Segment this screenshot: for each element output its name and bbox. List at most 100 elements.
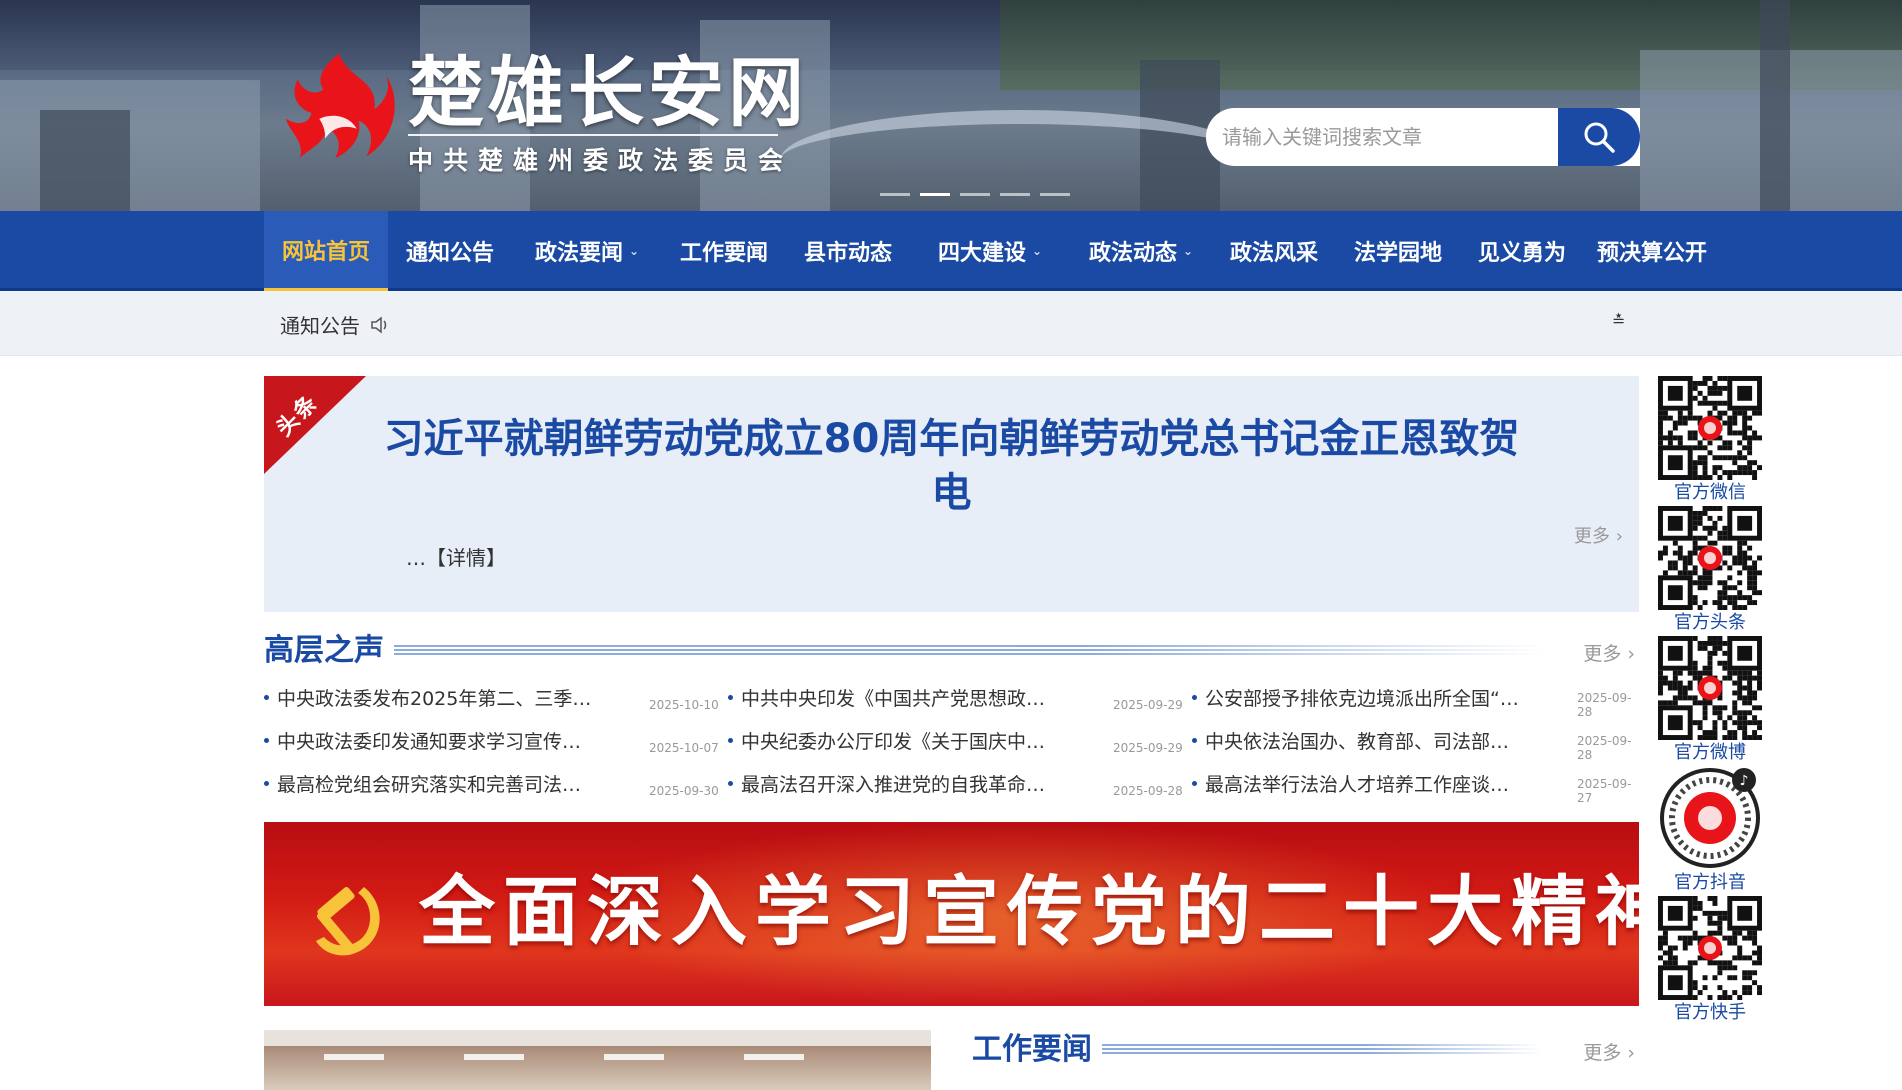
nav-item-label: 政法要闻 <box>534 241 623 266</box>
section-divider <box>394 645 1544 655</box>
search-icon <box>1584 122 1615 153</box>
banner-slogan: 全面深入学习宣传党的二十大精神 <box>419 867 1639 956</box>
headline-detail-link[interactable]: …【详情】 <box>406 542 506 571</box>
nav-item[interactable]: 网站首页 <box>264 211 388 291</box>
news-date: 2025-09-27 <box>1577 777 1632 805</box>
section-more-link[interactable]: 更多 › <box>1583 1038 1635 1065</box>
news-date: 2025-09-30 <box>649 784 719 798</box>
qr-label[interactable]: 官方抖音 <box>1656 868 1764 894</box>
bullet-icon <box>1192 780 1197 786</box>
news-title: 公安部授予排依克边境派出所全国“… <box>1205 687 1519 710</box>
news-title: 中央纪委办公厅印发《关于国庆中… <box>741 730 1046 753</box>
news-title: 最高法举行法治人才培养工作座谈… <box>1205 773 1510 796</box>
qr-label[interactable]: 官方微博 <box>1656 738 1764 764</box>
headline-card: 头条 习近平就朝鲜劳动党成立80周年向朝鲜劳动党总书记金正恩致贺电 更多 › …… <box>264 376 1639 612</box>
nav-item-label: 法学园地 <box>1353 241 1442 266</box>
notice-label-text: 通知公告 <box>280 314 360 338</box>
nav-item-label: 网站首页 <box>281 239 370 265</box>
headline-title[interactable]: 习近平就朝鲜劳动党成立80周年向朝鲜劳动党总书记金正恩致贺电 <box>364 412 1539 520</box>
nav-item[interactable]: 预决算公开 <box>1584 211 1720 291</box>
news-title: 中央政法委发布2025年第二、三季… <box>277 687 592 710</box>
slider-dot[interactable] <box>1000 193 1030 196</box>
bullet-icon <box>264 737 269 743</box>
bullet-icon <box>728 780 733 786</box>
nav-item-label: 县市动态 <box>803 241 892 266</box>
nav-item-label: 预决算公开 <box>1596 241 1707 266</box>
bullet-icon <box>728 694 733 700</box>
slider-dots <box>880 193 1070 196</box>
news-item[interactable]: 中央政法委发布2025年第二、三季… <box>264 682 591 712</box>
nav-item-label: 通知公告 <box>405 241 494 266</box>
bullet-icon <box>728 737 733 743</box>
section-more-link[interactable]: 更多 › <box>1583 639 1635 666</box>
news-title: 最高检党组会研究落实和完善司法… <box>277 773 582 796</box>
section-gaoceng-header: 高层之声 更多 › <box>264 631 1639 671</box>
qr-label[interactable]: 官方微信 <box>1656 478 1764 504</box>
nav-item[interactable]: 政法要闻 ⌄ <box>512 211 662 291</box>
slider-dot[interactable] <box>880 193 910 196</box>
qr-label[interactable]: 官方快手 <box>1656 998 1764 1024</box>
qr-code-icon[interactable] <box>1658 896 1762 1000</box>
notice-label[interactable]: 通知公告 <box>280 310 390 339</box>
news-row: 中央政法委印发通知要求学习宣传… 2025-10-07 中央纪委办公厅印发《关于国庆… <box>264 725 1639 762</box>
promo-banner[interactable]: 全面深入学习宣传党的二十大精神 <box>264 822 1639 1006</box>
news-item[interactable]: 中央依法治国办、教育部、司法部… <box>1192 725 1509 755</box>
nav-item-label: 政法动态 <box>1088 241 1177 266</box>
headline-ribbon: 头条 <box>264 376 366 474</box>
bullet-icon <box>1192 737 1197 743</box>
nav-item[interactable]: 政法风采 <box>1212 211 1336 291</box>
nav-item[interactable]: 法学园地 <box>1336 211 1460 291</box>
work-news-photo[interactable] <box>264 1030 931 1090</box>
nav-item-label: 政法风采 <box>1229 241 1318 266</box>
chevron-down-icon: ⌄ <box>628 244 640 258</box>
search-button[interactable] <box>1558 108 1640 166</box>
chevron-down-icon: ⌄ <box>1031 244 1043 258</box>
news-row: 中央政法委发布2025年第二、三季… 2025-10-10 中共中央印发《中国共产党… <box>264 682 1639 719</box>
nav-item[interactable]: 见义勇为 <box>1460 211 1584 291</box>
section-gongzuo-header: 工作要闻 更多 › <box>972 1030 1639 1070</box>
nav-item[interactable]: 通知公告 <box>388 211 512 291</box>
main-nav: 网站首页 通知公告 政法要闻 ⌄ 工作要闻 县市动态 四大建设 ⌄ 政法动态 ⌄ 政法风采 法学园地 见… <box>0 211 1902 291</box>
site-title[interactable]: 楚雄长安网 <box>408 48 808 138</box>
qr-code-icon[interactable] <box>1658 636 1762 740</box>
news-row: 最高检党组会研究落实和完善司法… 2025-09-30 最高法召开深入推进党的自我革… <box>264 768 1639 805</box>
logo-flame-icon <box>285 53 395 159</box>
nav-item-label: 四大建设 <box>937 241 1026 266</box>
nav-item[interactable]: 政法动态 ⌄ <box>1070 211 1212 291</box>
headline-more-link[interactable]: 更多 › <box>1574 522 1623 548</box>
news-item[interactable]: 最高法举行法治人才培养工作座谈… <box>1192 768 1509 798</box>
notice-scroll-marker: ≛ <box>1612 311 1626 330</box>
news-date: 2025-09-29 <box>1113 741 1183 755</box>
slider-dot[interactable] <box>960 193 990 196</box>
news-title: 中央依法治国办、教育部、司法部… <box>1205 730 1510 753</box>
news-title: 中央政法委印发通知要求学习宣传… <box>277 730 582 753</box>
section-divider <box>1102 1044 1542 1054</box>
nav-item-label: 工作要闻 <box>679 241 768 266</box>
news-item[interactable]: 最高检党组会研究落实和完善司法… <box>264 768 581 798</box>
nav-item[interactable]: 县市动态 <box>786 211 910 291</box>
hammer-sickle-icon <box>316 887 380 956</box>
nav-item[interactable]: 四大建设 ⌄ <box>910 211 1070 291</box>
news-item[interactable]: 中央政法委印发通知要求学习宣传… <box>264 725 581 755</box>
news-item[interactable]: 中央纪委办公厅印发《关于国庆中… <box>728 725 1045 755</box>
slider-dot[interactable] <box>1040 193 1070 196</box>
speaker-icon <box>371 315 387 334</box>
svg-text:♪: ♪ <box>1740 773 1749 789</box>
news-item[interactable]: 公安部授予排依克边境派出所全国“… <box>1192 682 1519 712</box>
qr-code-icon[interactable]: ♪ <box>1658 766 1762 870</box>
slider-dot-active[interactable] <box>920 193 950 196</box>
qr-label[interactable]: 官方头条 <box>1656 608 1764 634</box>
qr-code-icon[interactable] <box>1658 506 1762 610</box>
news-date: 2025-09-28 <box>1577 691 1632 719</box>
news-date: 2025-09-28 <box>1577 734 1632 762</box>
nav-item[interactable]: 工作要闻 <box>662 211 786 291</box>
section-title[interactable]: 高层之声 <box>264 631 384 671</box>
news-item[interactable]: 最高法召开深入推进党的自我革命… <box>728 768 1045 798</box>
chevron-down-icon: ⌄ <box>1182 244 1194 258</box>
section-title[interactable]: 工作要闻 <box>972 1030 1092 1070</box>
news-item[interactable]: 中共中央印发《中国共产党思想政… <box>728 682 1045 712</box>
qr-code-icon[interactable] <box>1658 376 1762 480</box>
news-title: 最高法召开深入推进党的自我革命… <box>741 773 1046 796</box>
site-subtitle: 中共楚雄州委政法委员会 <box>408 146 794 175</box>
bullet-icon <box>264 694 269 700</box>
